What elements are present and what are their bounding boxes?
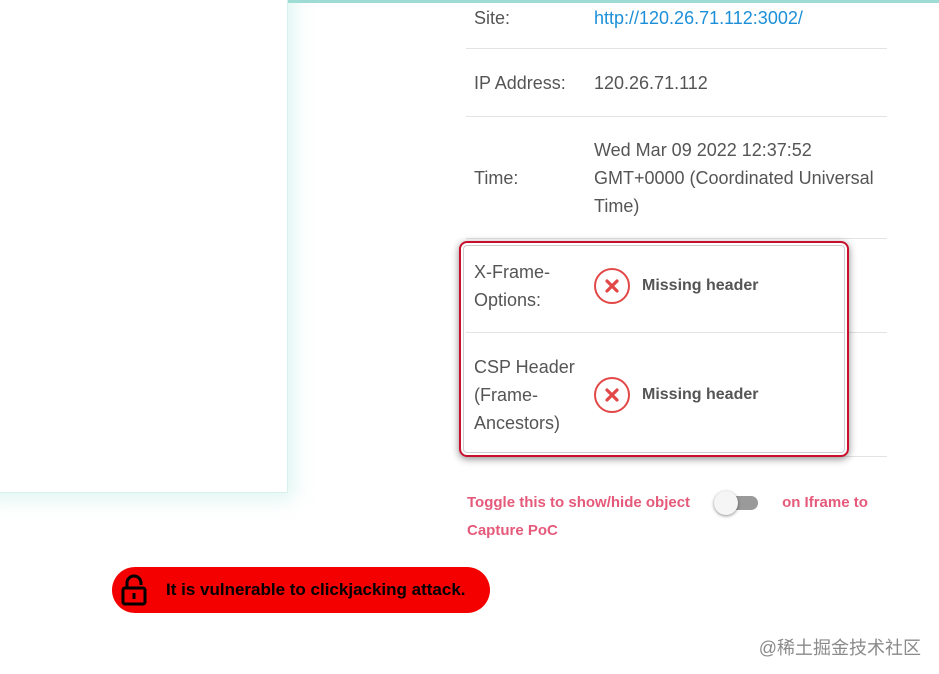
site-label: Site: [474, 8, 511, 28]
toggle-text-wrap: Capture PoC [467, 522, 558, 539]
alert-message: It is vulnerable to clickjacking attack. [166, 580, 466, 599]
watermark: @稀土掘金技术社区 [758, 638, 921, 658]
toggle-text-after: on Iframe to [782, 494, 868, 511]
toggle-text-before: Toggle this to show/hide object [467, 494, 691, 511]
site-row: Site: http://120.26.71.112:3002/ [466, 0, 887, 49]
ip-row: IP Address: 120.26.71.112 [466, 49, 887, 117]
ip-value: 120.26.71.112 [594, 72, 708, 93]
time-label: Time: [474, 167, 519, 188]
toggle-section: Toggle this to show/hide object on Ifram… [467, 489, 887, 545]
toggle-knob[interactable] [714, 491, 739, 515]
ip-label: IP Address: [474, 72, 566, 93]
show-hide-object-toggle[interactable] [714, 489, 760, 517]
toggle-line: Toggle this to show/hide object on Ifram… [467, 489, 887, 517]
site-link[interactable]: http://120.26.71.112:3002/ [594, 8, 803, 28]
missing-headers-highlight [459, 241, 849, 457]
time-row: Time: Wed Mar 09 2022 12:37:52 GMT+0000 … [466, 117, 887, 239]
site-value: http://120.26.71.112:3002/ [594, 4, 887, 32]
time-value: Wed Mar 09 2022 12:37:52 GMT+0000 (Coord… [594, 139, 874, 216]
target-iframe-frame[interactable] [0, 0, 288, 493]
vulnerability-alert: It is vulnerable to clickjacking attack. [112, 567, 490, 613]
lock-icon [120, 574, 148, 606]
